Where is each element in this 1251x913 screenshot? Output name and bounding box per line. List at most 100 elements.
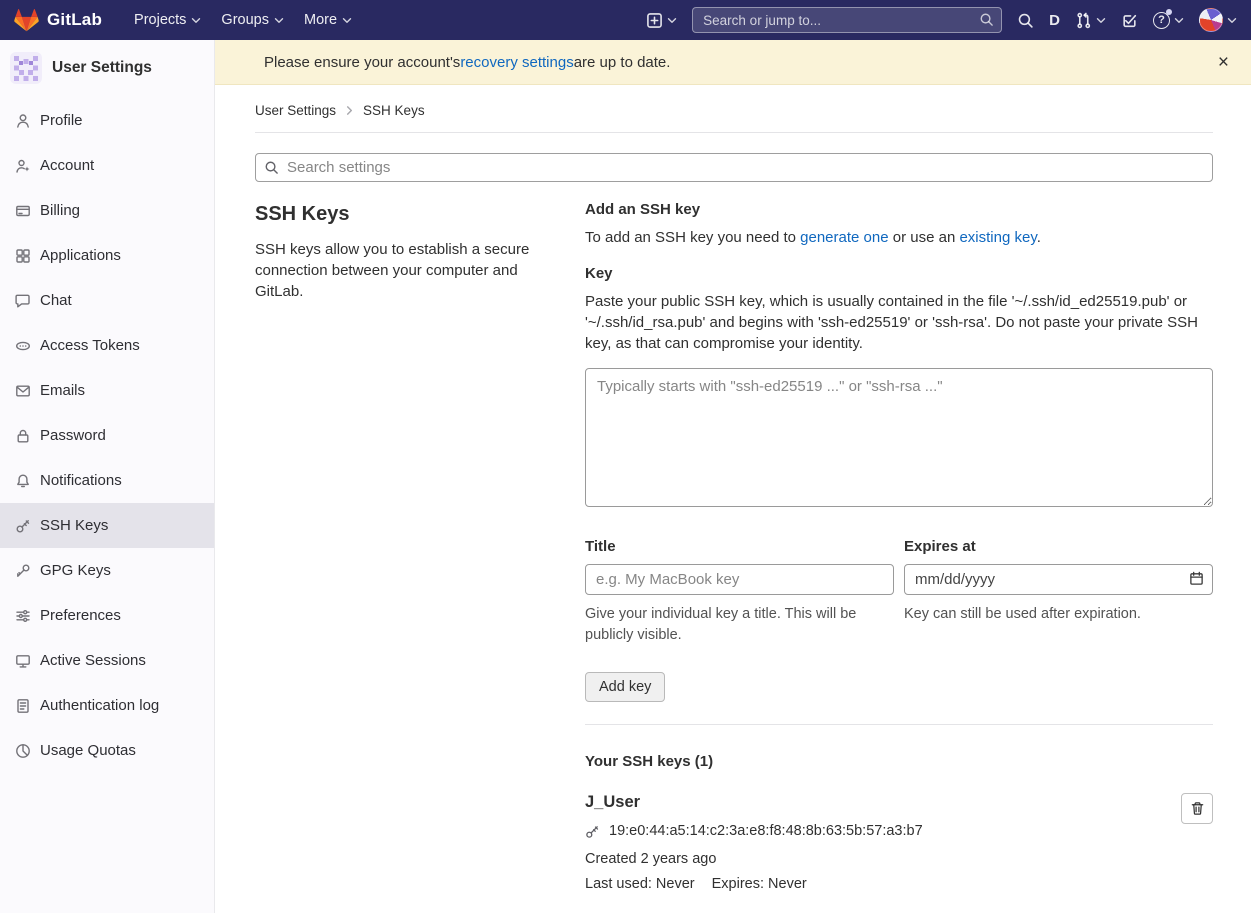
- sliders-icon: [15, 608, 31, 624]
- title-help-text: Give your individual key a title. This w…: [585, 604, 894, 646]
- sidebar-item-password[interactable]: Password: [0, 413, 214, 458]
- sidebar-item-label: Password: [40, 427, 106, 444]
- sidebar-item-gpg-keys[interactable]: GPG Keys: [0, 548, 214, 593]
- sidebar-item-label: Billing: [40, 202, 80, 219]
- sidebar-item-access-tokens[interactable]: Access Tokens: [0, 323, 214, 368]
- dashboard-button[interactable]: D: [1049, 13, 1060, 28]
- sidebar-item-account[interactable]: Account: [0, 143, 214, 188]
- chevron-down-icon: [1174, 17, 1184, 24]
- search-icon: [1017, 12, 1034, 29]
- calendar-icon[interactable]: [1189, 571, 1204, 586]
- ssh-key-details: J_User 19:e0:44:a5:14:c2:3a:e8:f8:48:8b:…: [585, 793, 923, 892]
- breadcrumb: User Settings SSH Keys: [255, 85, 1213, 133]
- section-form: Add an SSH key To add an SSH key you nee…: [585, 201, 1213, 892]
- sidebar-item-label: Profile: [40, 112, 83, 129]
- expires-help-text: Key can still be used after expiration.: [904, 604, 1213, 625]
- merge-request-icon: [1075, 12, 1092, 29]
- token-icon: [15, 338, 31, 354]
- todo-check-icon: [1121, 12, 1138, 29]
- nav-more-dropdown[interactable]: More: [304, 12, 352, 28]
- sidebar-item-label: Usage Quotas: [40, 742, 136, 759]
- sidebar-item-ssh-keys[interactable]: SSH Keys: [0, 503, 214, 548]
- chevron-down-icon: [667, 17, 677, 24]
- sidebar-item-label: Emails: [40, 382, 85, 399]
- sidebar-item-notifications[interactable]: Notifications: [0, 458, 214, 503]
- nav-more-label: More: [304, 12, 337, 28]
- credit-card-icon: [15, 203, 31, 219]
- settings-search: [255, 153, 1213, 182]
- help-dropdown[interactable]: ?: [1153, 12, 1184, 29]
- sidebar-item-label: Active Sessions: [40, 652, 146, 669]
- top-navbar: GitLab Projects Groups More: [0, 0, 1251, 40]
- alert-text-before: Please ensure your account's: [264, 54, 460, 71]
- key-icon: [585, 824, 600, 839]
- sidebar-title: User Settings: [52, 59, 152, 77]
- chevron-down-icon: [274, 17, 284, 24]
- ssh-key-expires: Expires: Never: [712, 876, 807, 892]
- alert-close-icon[interactable]: ×: [1210, 51, 1237, 74]
- ssh-key-name: J_User: [585, 793, 923, 812]
- plus-square-icon: [646, 12, 663, 29]
- sidebar-item-label: SSH Keys: [40, 517, 108, 534]
- sidebar-item-emails[interactable]: Emails: [0, 368, 214, 413]
- intro-text: .: [1037, 229, 1041, 246]
- key-help-text: Paste your public SSH key, which is usua…: [585, 291, 1213, 354]
- page-title: SSH Keys: [255, 201, 545, 226]
- sidebar-item-usage-quotas[interactable]: Usage Quotas: [0, 728, 214, 773]
- existing-key-link[interactable]: existing key: [959, 229, 1036, 246]
- nav-projects-dropdown[interactable]: Projects: [134, 12, 201, 28]
- section-summary: SSH Keys SSH keys allow you to establish…: [255, 201, 585, 892]
- breadcrumb-user-settings[interactable]: User Settings: [255, 103, 336, 118]
- sidebar-item-preferences[interactable]: Preferences: [0, 593, 214, 638]
- global-search: [692, 7, 1002, 33]
- chevron-down-icon: [191, 17, 201, 24]
- key-label: Key: [585, 265, 1213, 282]
- grid-icon: [15, 248, 31, 264]
- dashboard-icon: D: [1049, 13, 1060, 28]
- profile-icon: [15, 113, 31, 129]
- nav-groups-dropdown[interactable]: Groups: [221, 12, 284, 28]
- add-key-button[interactable]: Add key: [585, 672, 665, 702]
- gitlab-home-link[interactable]: GitLab: [14, 8, 102, 32]
- envelope-icon: [15, 383, 31, 399]
- main-content: Please ensure your account's recovery se…: [215, 40, 1251, 913]
- chevron-down-icon: [1096, 17, 1106, 24]
- sidebar-item-profile[interactable]: Profile: [0, 98, 214, 143]
- title-input[interactable]: [585, 564, 894, 595]
- todos-button[interactable]: [1121, 12, 1138, 29]
- ssh-key-created: Created 2 years ago: [585, 851, 923, 867]
- chevron-down-icon: [1227, 17, 1237, 24]
- settings-sidebar: User Settings Profile Account Billing Ap…: [0, 40, 215, 913]
- section-divider: [585, 724, 1213, 725]
- new-menu-dropdown[interactable]: [646, 12, 677, 29]
- ssh-key-textarea[interactable]: [585, 368, 1213, 507]
- sidebar-item-applications[interactable]: Applications: [0, 233, 214, 278]
- chevron-down-icon: [342, 17, 352, 24]
- pie-chart-icon: [15, 743, 31, 759]
- expires-label: Expires at: [904, 538, 1213, 555]
- merge-requests-dropdown[interactable]: [1075, 12, 1106, 29]
- search-button[interactable]: [1017, 12, 1034, 29]
- settings-search-input[interactable]: [255, 153, 1213, 182]
- recovery-settings-link[interactable]: recovery settings: [460, 54, 573, 71]
- alert-text-after: are up to date.: [574, 54, 671, 71]
- ssh-key-list-item: J_User 19:e0:44:a5:14:c2:3a:e8:f8:48:8b:…: [585, 793, 1213, 892]
- generate-one-link[interactable]: generate one: [800, 229, 888, 246]
- sidebar-item-billing[interactable]: Billing: [0, 188, 214, 233]
- sidebar-item-chat[interactable]: Chat: [0, 278, 214, 323]
- expires-date-input[interactable]: [904, 564, 1213, 595]
- bell-icon: [15, 473, 31, 489]
- ssh-key-fingerprint: 19:e0:44:a5:14:c2:3a:e8:f8:48:8b:63:5b:5…: [609, 823, 923, 839]
- add-ssh-key-intro: To add an SSH key you need to generate o…: [585, 227, 1213, 248]
- sidebar-item-authentication-log[interactable]: Authentication log: [0, 683, 214, 728]
- global-search-input[interactable]: [692, 7, 1002, 33]
- sidebar-item-label: Applications: [40, 247, 121, 264]
- nav-projects-label: Projects: [134, 12, 186, 28]
- sidebar-item-label: Preferences: [40, 607, 121, 624]
- user-menu-dropdown[interactable]: [1199, 8, 1237, 32]
- gpg-key-icon: [15, 563, 31, 579]
- delete-key-button[interactable]: [1181, 793, 1213, 824]
- sidebar-item-active-sessions[interactable]: Active Sessions: [0, 638, 214, 683]
- log-document-icon: [15, 698, 31, 714]
- intro-text: To add an SSH key you need to: [585, 229, 800, 246]
